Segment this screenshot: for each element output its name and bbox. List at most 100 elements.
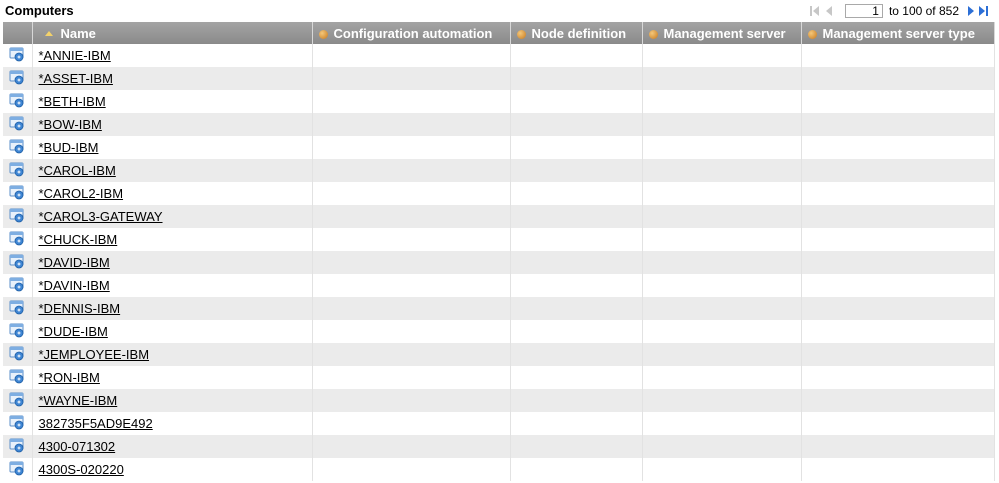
management-server-type-cell (801, 228, 995, 251)
computer-icon[interactable] (9, 300, 25, 318)
row-icon-cell (3, 159, 33, 182)
table-row[interactable]: *ASSET-IBM (3, 67, 995, 90)
table-row[interactable]: *ANNIE-IBM (3, 44, 995, 67)
management-server-type-cell (801, 297, 995, 320)
name-cell: *DAVIN-IBM (32, 274, 313, 297)
computer-icon[interactable] (9, 461, 25, 479)
table-row[interactable]: *CHUCK-IBM (3, 228, 995, 251)
management-server-cell (642, 67, 802, 90)
table-row[interactable]: *JEMPLOYEE-IBM (3, 343, 995, 366)
computer-name-link[interactable]: *DUDE-IBM (39, 324, 108, 339)
node-definition-cell (510, 343, 643, 366)
table-row[interactable]: *DAVID-IBM (3, 251, 995, 274)
computer-name-link[interactable]: *JEMPLOYEE-IBM (39, 347, 150, 362)
row-icon-cell (3, 343, 33, 366)
table-row[interactable]: *CAROL-IBM (3, 159, 995, 182)
computer-icon[interactable] (9, 346, 25, 364)
column-header-management-server-type[interactable]: Management server type (801, 22, 995, 44)
column-header-configuration-automation[interactable]: Configuration automation (312, 22, 511, 44)
page-number-input[interactable] (844, 4, 883, 18)
computer-name-link[interactable]: *CAROL2-IBM (39, 186, 124, 201)
table-row[interactable]: *BOW-IBM (3, 113, 995, 136)
table-row[interactable]: *CAROL3-GATEWAY (3, 205, 995, 228)
table-row[interactable]: *DUDE-IBM (3, 320, 995, 343)
management-server-cell (642, 136, 802, 159)
computer-icon[interactable] (9, 47, 25, 65)
column-header-management-server[interactable]: Management server (642, 22, 802, 44)
computer-name-link[interactable]: *CAROL-IBM (39, 163, 116, 178)
table-row[interactable]: 382735F5AD9E492 (3, 412, 995, 435)
table-row[interactable]: *BUD-IBM (3, 136, 995, 159)
computer-icon[interactable] (9, 369, 25, 387)
row-icon-cell (3, 389, 33, 412)
row-icon-cell (3, 228, 33, 251)
table-row[interactable]: *BETH-IBM (3, 90, 995, 113)
column-header-node-definition[interactable]: Node definition (510, 22, 643, 44)
table-row[interactable]: 4300S-020220 (3, 458, 995, 481)
computer-icon[interactable] (9, 93, 25, 111)
table-row[interactable]: *RON-IBM (3, 366, 995, 389)
computer-icon[interactable] (9, 162, 25, 180)
computer-icon[interactable] (9, 277, 25, 295)
computer-icon[interactable] (9, 116, 25, 134)
first-page-icon[interactable] (809, 4, 823, 18)
computer-icon[interactable] (9, 208, 25, 226)
computer-name-link[interactable]: *BOW-IBM (39, 117, 102, 132)
node-definition-cell (510, 320, 643, 343)
name-cell: *RON-IBM (32, 366, 313, 389)
table-row[interactable]: *CAROL2-IBM (3, 182, 995, 205)
computer-name-link[interactable]: *RON-IBM (39, 370, 100, 385)
computer-icon[interactable] (9, 415, 25, 433)
prev-page-icon[interactable] (823, 4, 835, 18)
computer-icon[interactable] (9, 139, 25, 157)
name-cell: *DUDE-IBM (32, 320, 313, 343)
management-server-type-cell (801, 67, 995, 90)
table-body: *ANNIE-IBM *ASSET-IBM *BETH-IBM *BOW-IBM *BU… (3, 44, 995, 481)
computer-name-link[interactable]: *CAROL3-GATEWAY (39, 209, 163, 224)
next-page-icon[interactable] (965, 4, 977, 18)
table-row[interactable]: *DENNIS-IBM (3, 297, 995, 320)
computer-name-link[interactable]: *ANNIE-IBM (39, 48, 111, 63)
row-icon-cell (3, 136, 33, 159)
computer-name-link[interactable]: *ASSET-IBM (39, 71, 113, 86)
icon-column-header (3, 22, 33, 44)
computer-name-link[interactable]: *DAVID-IBM (39, 255, 110, 270)
computer-name-link[interactable]: 4300S-020220 (39, 462, 124, 477)
computer-icon[interactable] (9, 254, 25, 272)
computer-icon[interactable] (9, 438, 25, 456)
configuration-automation-cell (312, 228, 511, 251)
row-icon-cell (3, 205, 33, 228)
computer-icon[interactable] (9, 231, 25, 249)
computer-icon[interactable] (9, 70, 25, 88)
computer-name-link[interactable]: *BUD-IBM (39, 140, 99, 155)
pagination: to 100 of 852 (809, 3, 991, 19)
computer-name-link[interactable]: 382735F5AD9E492 (39, 416, 153, 431)
management-server-cell (642, 205, 802, 228)
column-header-name[interactable]: Name (32, 22, 313, 44)
node-definition-cell (510, 136, 643, 159)
computer-name-link[interactable]: *DENNIS-IBM (39, 301, 121, 316)
computer-icon[interactable] (9, 185, 25, 203)
last-page-icon[interactable] (977, 4, 991, 18)
management-server-cell (642, 458, 802, 481)
name-cell: *CHUCK-IBM (32, 228, 313, 251)
computer-name-link[interactable]: *DAVIN-IBM (39, 278, 110, 293)
management-server-cell (642, 44, 802, 67)
node-definition-cell (510, 228, 643, 251)
management-server-type-cell (801, 136, 995, 159)
node-definition-cell (510, 159, 643, 182)
management-server-type-cell (801, 274, 995, 297)
computer-icon[interactable] (9, 392, 25, 410)
computer-name-link[interactable]: *CHUCK-IBM (39, 232, 118, 247)
table-row[interactable]: *DAVIN-IBM (3, 274, 995, 297)
computer-icon[interactable] (9, 323, 25, 341)
node-definition-cell (510, 366, 643, 389)
configuration-automation-cell (312, 458, 511, 481)
table-row[interactable]: *WAYNE-IBM (3, 389, 995, 412)
computer-name-link[interactable]: *WAYNE-IBM (39, 393, 118, 408)
table-row[interactable]: 4300-071302 (3, 435, 995, 458)
computer-name-link[interactable]: *BETH-IBM (39, 94, 106, 109)
computers-table: Name Configuration automation Node defin… (3, 22, 995, 481)
computer-name-link[interactable]: 4300-071302 (39, 439, 116, 454)
configuration-automation-cell (312, 182, 511, 205)
